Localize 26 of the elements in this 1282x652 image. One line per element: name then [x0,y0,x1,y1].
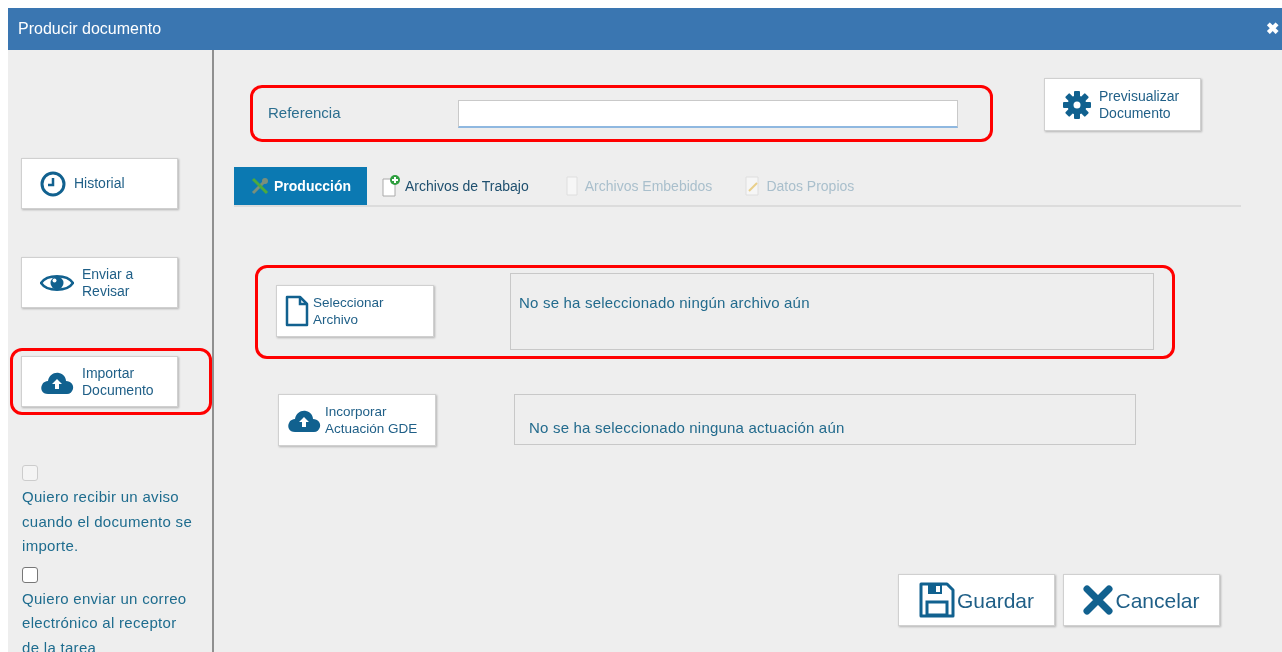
reference-field[interactable] [458,99,958,128]
save-button[interactable]: Guardar [898,574,1055,626]
cancel-button[interactable]: Cancelar [1063,574,1220,626]
incorporate-button[interactable]: Incorporar Actuación GDE [278,394,436,446]
send-review-button[interactable]: Enviar a Revisar [21,257,178,308]
tab[interactable]: Producción [234,167,367,205]
close-icon [1083,585,1114,615]
select-file-button[interactable]: Seleccionar Archivo [276,285,434,337]
option-label: Quiero enviar un correo electrónico al receptor de la tarea [22,588,188,652]
clock-icon [40,170,66,197]
file-icon [285,295,309,327]
close-button[interactable]: ✖ [1266,17,1279,41]
tab[interactable]: Archivos de Trabajo [367,167,549,205]
history-button[interactable]: Historial [21,158,178,209]
status-box: No se ha seleccionado ninguna actuación aún [514,394,1136,445]
import-document-button[interactable]: Importar Documento [21,356,178,407]
gear-icon [1063,90,1091,119]
reference-label: Referencia [268,103,342,124]
preview-button[interactable]: Previsualizar Documento [1044,78,1201,131]
wrench-icon [250,176,270,196]
checkbox[interactable] [22,566,38,583]
document-add-icon [381,175,401,197]
window-title: Producir documento [18,19,162,39]
option-label: Quiero recibir un aviso cuando el documento se importe. [22,487,194,556]
cloud-upload-icon [287,408,321,432]
status-box: No se ha seleccionado ningún archivo aún [510,273,1154,350]
